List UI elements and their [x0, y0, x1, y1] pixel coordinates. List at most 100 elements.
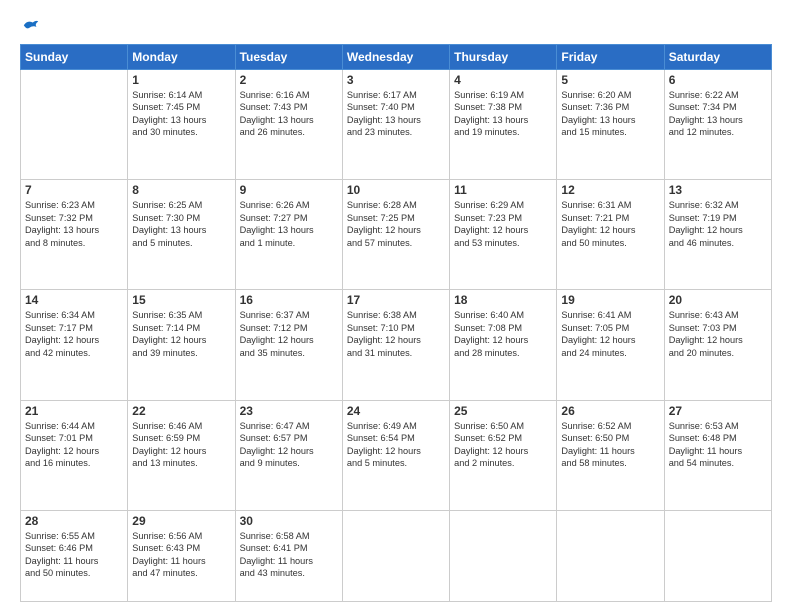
weekday-header: Thursday	[450, 45, 557, 70]
calendar-week-row: 7 Sunrise: 6:23 AM Sunset: 7:32 PM Daylig…	[21, 180, 772, 290]
day-number: 9	[240, 183, 338, 197]
calendar-cell: 1Sunrise: 6:14 AM Sunset: 7:45 PM Daylig…	[128, 70, 235, 180]
day-info: Sunrise: 6:23 AM Sunset: 7:32 PM Dayligh…	[25, 199, 123, 249]
calendar-cell: 11 Sunrise: 6:29 AM Sunset: 7:23 PM Dayli…	[450, 180, 557, 290]
day-number: 8	[132, 183, 230, 197]
day-number: 5	[561, 73, 659, 87]
day-number: 6	[669, 73, 767, 87]
day-number: 11	[454, 183, 552, 197]
calendar-cell: 5 Sunrise: 6:20 AM Sunset: 7:36 PM Daylig…	[557, 70, 664, 180]
weekday-header: Tuesday	[235, 45, 342, 70]
day-number: 12	[561, 183, 659, 197]
day-number: 19	[561, 293, 659, 307]
calendar-cell: 2 Sunrise: 6:16 AM Sunset: 7:43 PM Daylig…	[235, 70, 342, 180]
day-info: Sunrise: 6:37 AM Sunset: 7:12 PM Dayligh…	[240, 309, 338, 359]
calendar-cell: 21Sunrise: 6:44 AM Sunset: 7:01 PM Dayli…	[21, 400, 128, 510]
calendar-cell	[21, 70, 128, 180]
day-info: Sunrise: 6:20 AM Sunset: 7:36 PM Dayligh…	[561, 89, 659, 139]
day-info: Sunrise: 6:14 AM Sunset: 7:45 PM Dayligh…	[132, 89, 230, 139]
day-info: Sunrise: 6:34 AM Sunset: 7:17 PM Dayligh…	[25, 309, 123, 359]
day-info: Sunrise: 6:22 AM Sunset: 7:34 PM Dayligh…	[669, 89, 767, 139]
day-number: 30	[240, 514, 338, 528]
day-info: Sunrise: 6:16 AM Sunset: 7:43 PM Dayligh…	[240, 89, 338, 139]
calendar-cell: 3 Sunrise: 6:17 AM Sunset: 7:40 PM Daylig…	[342, 70, 449, 180]
day-info: Sunrise: 6:46 AM Sunset: 6:59 PM Dayligh…	[132, 420, 230, 470]
calendar-cell	[342, 510, 449, 601]
day-number: 10	[347, 183, 445, 197]
calendar-cell: 17Sunrise: 6:38 AM Sunset: 7:10 PM Dayli…	[342, 290, 449, 400]
day-number: 16	[240, 293, 338, 307]
page: SundayMondayTuesdayWednesdayThursdayFrid…	[0, 0, 792, 612]
day-number: 14	[25, 293, 123, 307]
weekday-header: Friday	[557, 45, 664, 70]
day-info: Sunrise: 6:49 AM Sunset: 6:54 PM Dayligh…	[347, 420, 445, 470]
calendar-cell: 16 Sunrise: 6:37 AM Sunset: 7:12 PM Dayli…	[235, 290, 342, 400]
calendar-cell	[557, 510, 664, 601]
day-info: Sunrise: 6:56 AM Sunset: 6:43 PM Dayligh…	[132, 530, 230, 580]
logo	[20, 18, 40, 36]
day-info: Sunrise: 6:31 AM Sunset: 7:21 PM Dayligh…	[561, 199, 659, 249]
calendar-cell: 28Sunrise: 6:55 AM Sunset: 6:46 PM Dayli…	[21, 510, 128, 601]
calendar-week-row: 21Sunrise: 6:44 AM Sunset: 7:01 PM Dayli…	[21, 400, 772, 510]
day-number: 24	[347, 404, 445, 418]
weekday-header: Monday	[128, 45, 235, 70]
calendar-cell: 24 Sunrise: 6:49 AM Sunset: 6:54 PM Dayli…	[342, 400, 449, 510]
day-info: Sunrise: 6:32 AM Sunset: 7:19 PM Dayligh…	[669, 199, 767, 249]
calendar-cell: 12 Sunrise: 6:31 AM Sunset: 7:21 PM Dayli…	[557, 180, 664, 290]
calendar-table: SundayMondayTuesdayWednesdayThursdayFrid…	[20, 44, 772, 602]
weekday-header: Wednesday	[342, 45, 449, 70]
calendar-week-row: 1Sunrise: 6:14 AM Sunset: 7:45 PM Daylig…	[21, 70, 772, 180]
calendar-cell: 22Sunrise: 6:46 AM Sunset: 6:59 PM Dayli…	[128, 400, 235, 510]
day-info: Sunrise: 6:47 AM Sunset: 6:57 PM Dayligh…	[240, 420, 338, 470]
day-info: Sunrise: 6:43 AM Sunset: 7:03 PM Dayligh…	[669, 309, 767, 359]
calendar-cell: 20Sunrise: 6:43 AM Sunset: 7:03 PM Dayli…	[664, 290, 771, 400]
day-number: 13	[669, 183, 767, 197]
calendar-cell: 26 Sunrise: 6:52 AM Sunset: 6:50 PM Dayli…	[557, 400, 664, 510]
calendar-cell: 13 Sunrise: 6:32 AM Sunset: 7:19 PM Dayli…	[664, 180, 771, 290]
day-number: 15	[132, 293, 230, 307]
day-number: 25	[454, 404, 552, 418]
calendar-cell: 7 Sunrise: 6:23 AM Sunset: 7:32 PM Daylig…	[21, 180, 128, 290]
day-info: Sunrise: 6:17 AM Sunset: 7:40 PM Dayligh…	[347, 89, 445, 139]
day-info: Sunrise: 6:55 AM Sunset: 6:46 PM Dayligh…	[25, 530, 123, 580]
calendar-cell: 14 Sunrise: 6:34 AM Sunset: 7:17 PM Dayli…	[21, 290, 128, 400]
calendar-week-row: 14 Sunrise: 6:34 AM Sunset: 7:17 PM Dayli…	[21, 290, 772, 400]
day-number: 29	[132, 514, 230, 528]
day-info: Sunrise: 6:29 AM Sunset: 7:23 PM Dayligh…	[454, 199, 552, 249]
calendar-cell: 15Sunrise: 6:35 AM Sunset: 7:14 PM Dayli…	[128, 290, 235, 400]
day-number: 21	[25, 404, 123, 418]
day-info: Sunrise: 6:26 AM Sunset: 7:27 PM Dayligh…	[240, 199, 338, 249]
day-info: Sunrise: 6:52 AM Sunset: 6:50 PM Dayligh…	[561, 420, 659, 470]
calendar-cell: 23 Sunrise: 6:47 AM Sunset: 6:57 PM Dayli…	[235, 400, 342, 510]
calendar-header-row: SundayMondayTuesdayWednesdayThursdayFrid…	[21, 45, 772, 70]
day-number: 26	[561, 404, 659, 418]
calendar-cell: 8 Sunrise: 6:25 AM Sunset: 7:30 PM Daylig…	[128, 180, 235, 290]
day-info: Sunrise: 6:53 AM Sunset: 6:48 PM Dayligh…	[669, 420, 767, 470]
day-info: Sunrise: 6:25 AM Sunset: 7:30 PM Dayligh…	[132, 199, 230, 249]
header	[20, 18, 772, 36]
day-info: Sunrise: 6:19 AM Sunset: 7:38 PM Dayligh…	[454, 89, 552, 139]
day-info: Sunrise: 6:40 AM Sunset: 7:08 PM Dayligh…	[454, 309, 552, 359]
logo-bird-icon	[22, 18, 40, 36]
calendar-cell: 27Sunrise: 6:53 AM Sunset: 6:48 PM Dayli…	[664, 400, 771, 510]
day-number: 4	[454, 73, 552, 87]
weekday-header: Sunday	[21, 45, 128, 70]
day-number: 2	[240, 73, 338, 87]
calendar-cell	[664, 510, 771, 601]
calendar-cell: 4 Sunrise: 6:19 AM Sunset: 7:38 PM Daylig…	[450, 70, 557, 180]
weekday-header: Saturday	[664, 45, 771, 70]
calendar-cell: 10 Sunrise: 6:28 AM Sunset: 7:25 PM Dayli…	[342, 180, 449, 290]
calendar-cell: 19Sunrise: 6:41 AM Sunset: 7:05 PM Dayli…	[557, 290, 664, 400]
day-info: Sunrise: 6:28 AM Sunset: 7:25 PM Dayligh…	[347, 199, 445, 249]
day-number: 3	[347, 73, 445, 87]
day-info: Sunrise: 6:50 AM Sunset: 6:52 PM Dayligh…	[454, 420, 552, 470]
calendar-cell	[450, 510, 557, 601]
calendar-cell: 9 Sunrise: 6:26 AM Sunset: 7:27 PM Daylig…	[235, 180, 342, 290]
calendar-cell: 18Sunrise: 6:40 AM Sunset: 7:08 PM Dayli…	[450, 290, 557, 400]
calendar-cell: 30Sunrise: 6:58 AM Sunset: 6:41 PM Dayli…	[235, 510, 342, 601]
day-number: 7	[25, 183, 123, 197]
day-number: 23	[240, 404, 338, 418]
calendar-cell: 29 Sunrise: 6:56 AM Sunset: 6:43 PM Dayli…	[128, 510, 235, 601]
day-number: 17	[347, 293, 445, 307]
calendar-cell: 25 Sunrise: 6:50 AM Sunset: 6:52 PM Dayli…	[450, 400, 557, 510]
